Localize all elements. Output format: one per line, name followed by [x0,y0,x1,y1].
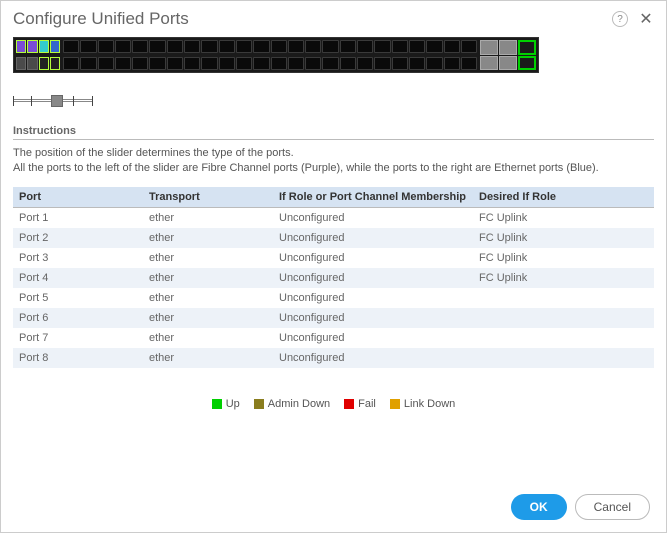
cell-port: Port 5 [13,288,143,308]
table-row[interactable]: Port 3etherUnconfiguredFC Uplink [13,248,654,268]
switch-module-right [478,38,538,72]
cell-transport: ether [143,207,273,228]
cell-port: Port 7 [13,328,143,348]
legend-up-label: Up [226,398,240,410]
cell-transport: ether [143,248,273,268]
cell-desired [473,308,654,328]
legend-fail: Fail [344,398,376,410]
dialog-header: Configure Unified Ports ? ✕ [1,1,666,33]
cell-transport: ether [143,308,273,328]
dialog-title: Configure Unified Ports [13,9,612,29]
slider-handle[interactable] [51,95,63,107]
legend-up: Up [212,398,240,410]
table-row[interactable]: Port 4etherUnconfiguredFC Uplink [13,268,654,288]
table-row[interactable]: Port 5etherUnconfigured [13,288,654,308]
instructions-heading: Instructions [13,121,654,140]
cell-port: Port 8 [13,348,143,368]
port-type-slider[interactable] [13,93,93,109]
cell-port: Port 6 [13,308,143,328]
cell-role: Unconfigured [273,328,473,348]
table-row[interactable]: Port 7etherUnconfigured [13,328,654,348]
switch-front-panel [13,37,539,73]
cell-desired: FC Uplink [473,228,654,248]
cell-desired: FC Uplink [473,268,654,288]
cell-role: Unconfigured [273,207,473,228]
dialog-footer: OK Cancel [511,494,650,520]
legend-link-down: Link Down [390,398,455,410]
legend-admin-label: Admin Down [268,398,330,410]
cancel-button[interactable]: Cancel [575,494,650,520]
swatch-up-icon [212,399,222,409]
legend-fail-label: Fail [358,398,376,410]
close-icon[interactable]: ✕ [638,9,654,29]
table-row[interactable]: Port 2etherUnconfiguredFC Uplink [13,228,654,248]
cell-port: Port 4 [13,268,143,288]
cell-role: Unconfigured [273,228,473,248]
switch-port-grid [62,38,478,72]
cell-transport: ether [143,348,273,368]
ports-table: Port Transport If Role or Port Channel M… [13,187,654,368]
cell-transport: ether [143,328,273,348]
table-row[interactable]: Port 1etherUnconfiguredFC Uplink [13,207,654,228]
instructions-text: The position of the slider determines th… [13,146,654,177]
cell-role: Unconfigured [273,308,473,328]
cell-role: Unconfigured [273,288,473,308]
cell-desired: FC Uplink [473,248,654,268]
cell-role: Unconfigured [273,348,473,368]
help-icon[interactable]: ? [612,11,628,27]
cell-desired [473,348,654,368]
switch-module-left [14,38,62,72]
th-port[interactable]: Port [13,187,143,208]
th-desired[interactable]: Desired If Role [473,187,654,208]
table-header-row: Port Transport If Role or Port Channel M… [13,187,654,208]
cell-desired [473,288,654,308]
status-legend: Up Admin Down Fail Link Down [1,398,666,410]
table-row[interactable]: Port 8etherUnconfigured [13,348,654,368]
cell-port: Port 2 [13,228,143,248]
cell-desired: FC Uplink [473,207,654,228]
th-transport[interactable]: Transport [143,187,273,208]
cell-role: Unconfigured [273,268,473,288]
swatch-fail-icon [344,399,354,409]
instruction-line-2: All the ports to the left of the slider … [13,161,654,176]
ok-button[interactable]: OK [511,494,567,520]
cell-transport: ether [143,268,273,288]
th-role[interactable]: If Role or Port Channel Membership [273,187,473,208]
cell-role: Unconfigured [273,248,473,268]
swatch-admin-icon [254,399,264,409]
cell-transport: ether [143,288,273,308]
instruction-line-1: The position of the slider determines th… [13,146,654,161]
cell-desired [473,328,654,348]
legend-admin-down: Admin Down [254,398,330,410]
table-row[interactable]: Port 6etherUnconfigured [13,308,654,328]
cell-port: Port 1 [13,207,143,228]
cell-port: Port 3 [13,248,143,268]
swatch-link-icon [390,399,400,409]
cell-transport: ether [143,228,273,248]
legend-link-label: Link Down [404,398,455,410]
